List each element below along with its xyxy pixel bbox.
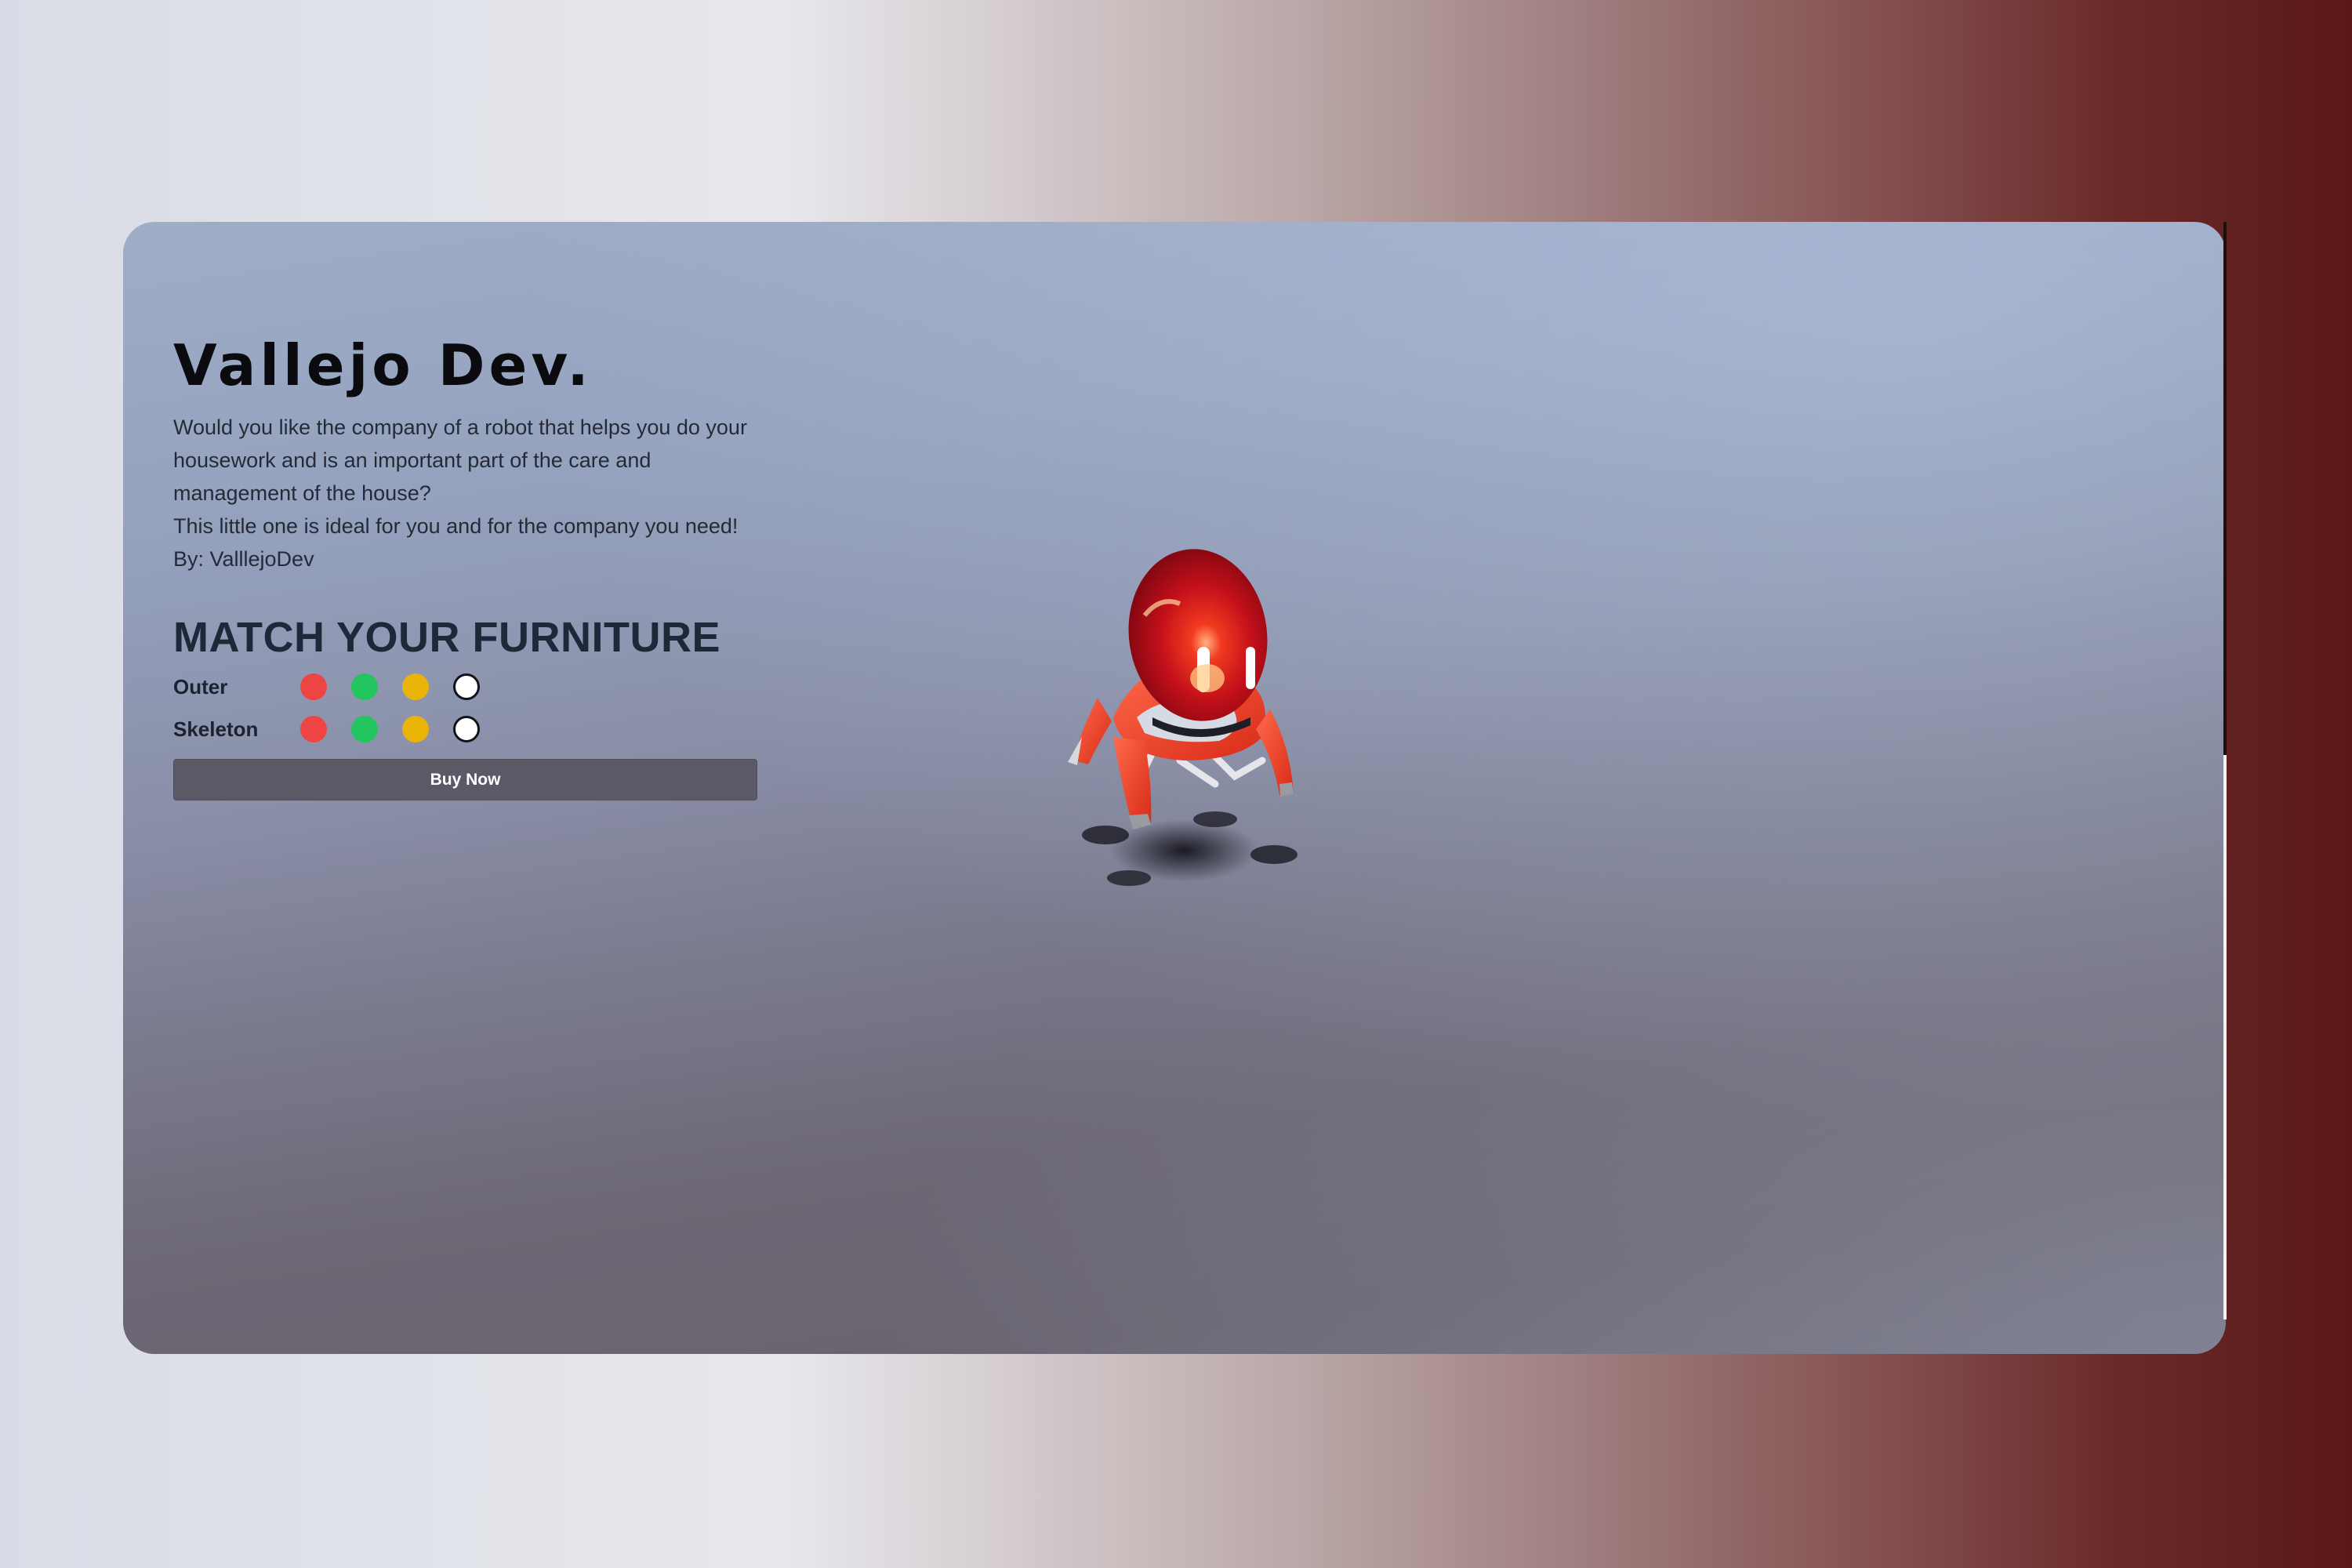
viewport-edge-light: [2223, 755, 2227, 1319]
skeleton-swatch-white[interactable]: [453, 716, 480, 742]
description-line-2: This little one is ideal for you and for…: [173, 514, 739, 538]
description-line-1: Would you like the company of a robot th…: [173, 416, 747, 505]
skeleton-swatch-red[interactable]: [300, 716, 327, 742]
skeleton-label: Skeleton: [173, 717, 259, 741]
skeleton-swatch-green[interactable]: [351, 716, 378, 742]
customize-heading: MATCH YOUR FURNITURE: [173, 614, 720, 661]
outer-color-row: Outer: [173, 671, 769, 702]
page-title: Vallejo Dev.: [173, 332, 593, 398]
skeleton-swatch-yellow[interactable]: [402, 716, 429, 742]
outer-label: Outer: [173, 674, 228, 699]
product-info-panel: Vallejo Dev. Would you like the company …: [173, 337, 769, 800]
robot-eye-right: [1246, 647, 1255, 689]
skeleton-color-row: Skeleton: [173, 713, 769, 745]
outer-swatch-white[interactable]: [453, 673, 480, 700]
viewport-edge-dark: [2223, 222, 2227, 755]
robot-shadow: [1082, 811, 1298, 886]
buy-now-button[interactable]: Buy Now: [173, 759, 757, 800]
outer-swatch-red[interactable]: [300, 673, 327, 700]
outer-swatch-yellow[interactable]: [402, 673, 429, 700]
description-author: By: ValllejoDev: [173, 547, 314, 571]
robot-3d-model[interactable]: [1051, 549, 1317, 909]
product-description: Would you like the company of a robot th…: [173, 411, 769, 575]
outer-swatch-green[interactable]: [351, 673, 378, 700]
